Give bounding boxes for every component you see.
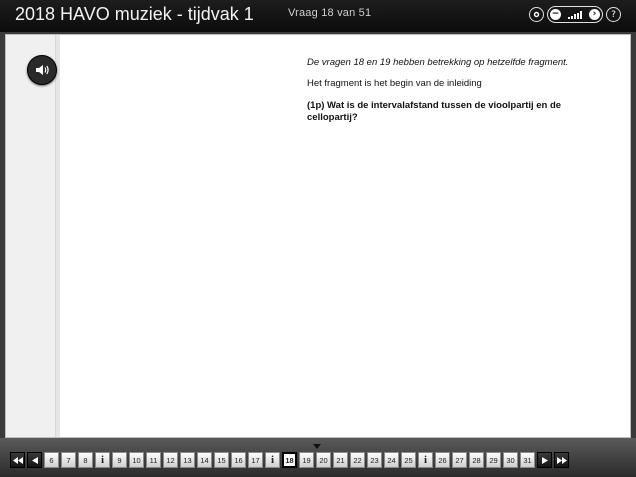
content-panel: De vragen 18 en 19 hebben betrekking op … [5, 34, 631, 438]
question-8-button[interactable]: 8 [78, 452, 93, 468]
help-icon[interactable]: ? [606, 7, 621, 22]
last-question-button[interactable] [554, 452, 569, 468]
question-17-button[interactable]: 17 [248, 452, 263, 468]
volume-control[interactable]: − › [547, 6, 603, 23]
question-prompt: (1p) Wat is de intervalafstand tussen de… [307, 100, 562, 123]
question-28-button[interactable]: 28 [469, 452, 484, 468]
question-13-button[interactable]: 13 [180, 452, 195, 468]
question-10-button[interactable]: 10 [129, 452, 144, 468]
volume-up-icon[interactable]: › [589, 9, 600, 20]
question-19-button[interactable]: 19 [299, 452, 314, 468]
question-9-button[interactable]: 9 [112, 452, 127, 468]
side-divider [56, 35, 60, 437]
volume-down-icon[interactable]: − [550, 9, 561, 20]
next-question-button[interactable] [537, 452, 552, 468]
question-counter: Vraag 18 van 51 [288, 7, 372, 19]
previous-question-button[interactable] [27, 452, 42, 468]
volume-level-icon [568, 10, 582, 19]
speaker-icon[interactable] [27, 55, 57, 85]
question-15-button[interactable]: 15 [214, 452, 229, 468]
first-question-button[interactable] [10, 452, 25, 468]
question-7-button[interactable]: 7 [61, 452, 76, 468]
question-21-button[interactable]: 21 [333, 452, 348, 468]
question-14-button[interactable]: 14 [197, 452, 212, 468]
side-column [6, 35, 56, 437]
question-27-button[interactable]: 27 [452, 452, 467, 468]
question-23-button[interactable]: 23 [367, 452, 382, 468]
info-page-button[interactable]: i [418, 452, 433, 468]
question-31-button[interactable]: 31 [520, 452, 535, 468]
info-page-button[interactable]: i [265, 452, 280, 468]
question-12-button[interactable]: 12 [163, 452, 178, 468]
page-title: 2018 HAVO muziek - tijdvak 1 [15, 4, 254, 24]
question-navigation: 6 7 8 i 9 10 11 12 13 14 15 16 17 i 18 19 20 21 22 23 24 25 i 2… [10, 452, 569, 468]
question-26-button[interactable]: 26 [435, 452, 450, 468]
question-16-button[interactable]: 16 [231, 452, 246, 468]
question-11-button[interactable]: 11 [146, 452, 161, 468]
fragment-description: Het fragment is het begin van de inleidi… [307, 78, 482, 89]
question-intro: De vragen 18 en 19 hebben betrekking op … [307, 57, 569, 68]
info-page-button[interactable]: i [95, 452, 110, 468]
question-29-button[interactable]: 29 [486, 452, 501, 468]
current-question-marker [313, 444, 321, 449]
question-20-button[interactable]: 20 [316, 452, 331, 468]
question-25-button[interactable]: 25 [401, 452, 416, 468]
question-18-button[interactable]: 18 [282, 452, 297, 468]
question-22-button[interactable]: 22 [350, 452, 365, 468]
title-bar: 2018 HAVO muziek - tijdvak 1 Vraag 18 va… [0, 0, 636, 32]
question-6-button[interactable]: 6 [44, 452, 59, 468]
question-30-button[interactable]: 30 [503, 452, 518, 468]
settings-icon[interactable] [529, 7, 544, 22]
question-24-button[interactable]: 24 [384, 452, 399, 468]
